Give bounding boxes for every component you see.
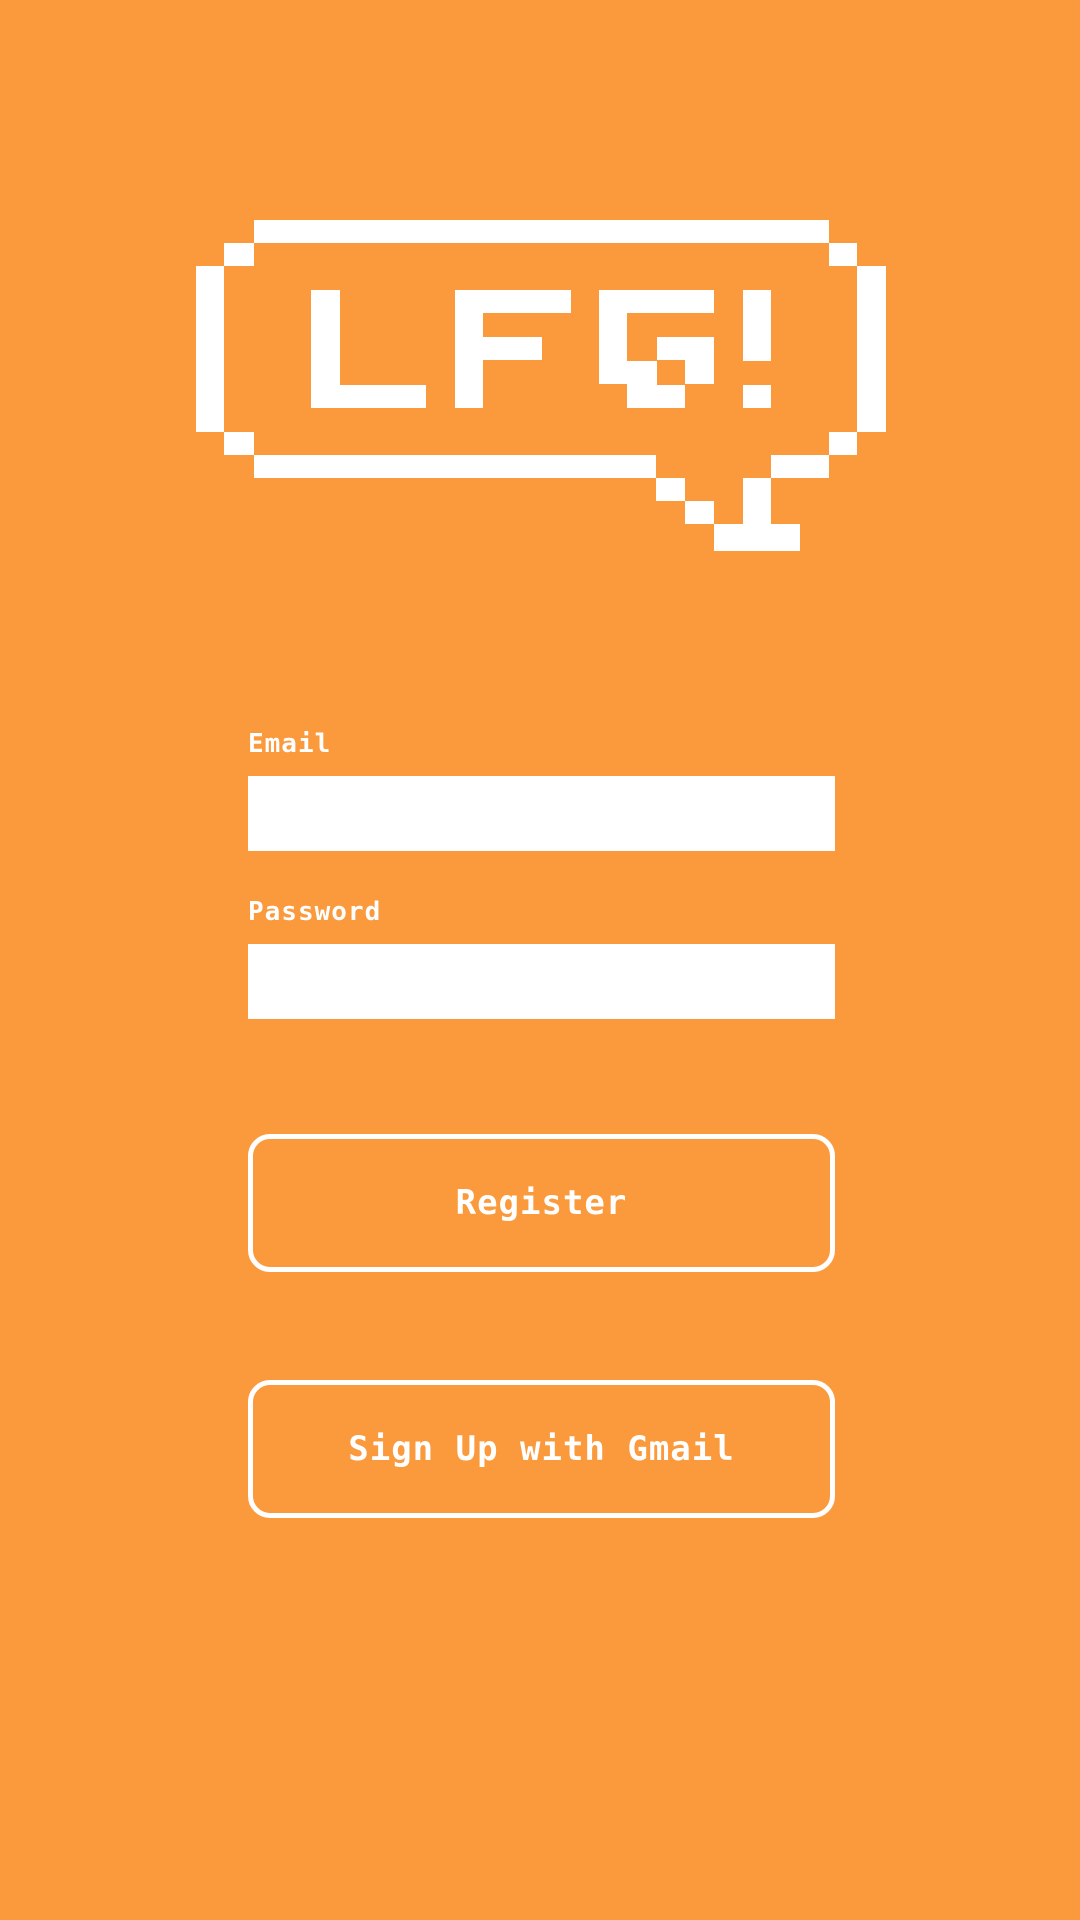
password-input[interactable] xyxy=(248,944,835,1019)
register-button-label: Register xyxy=(455,1183,628,1223)
sign-up-with-gmail-label: Sign Up with Gmail xyxy=(348,1429,735,1469)
lfg-speech-bubble-logo xyxy=(196,220,886,551)
email-label: Email xyxy=(248,729,332,759)
register-screen: Email Password Register Sign Up with Gma… xyxy=(0,0,1080,1920)
email-input[interactable] xyxy=(248,776,835,851)
register-button[interactable]: Register xyxy=(248,1134,835,1272)
sign-up-with-gmail-button[interactable]: Sign Up with Gmail xyxy=(248,1380,835,1518)
password-label: Password xyxy=(248,897,382,927)
